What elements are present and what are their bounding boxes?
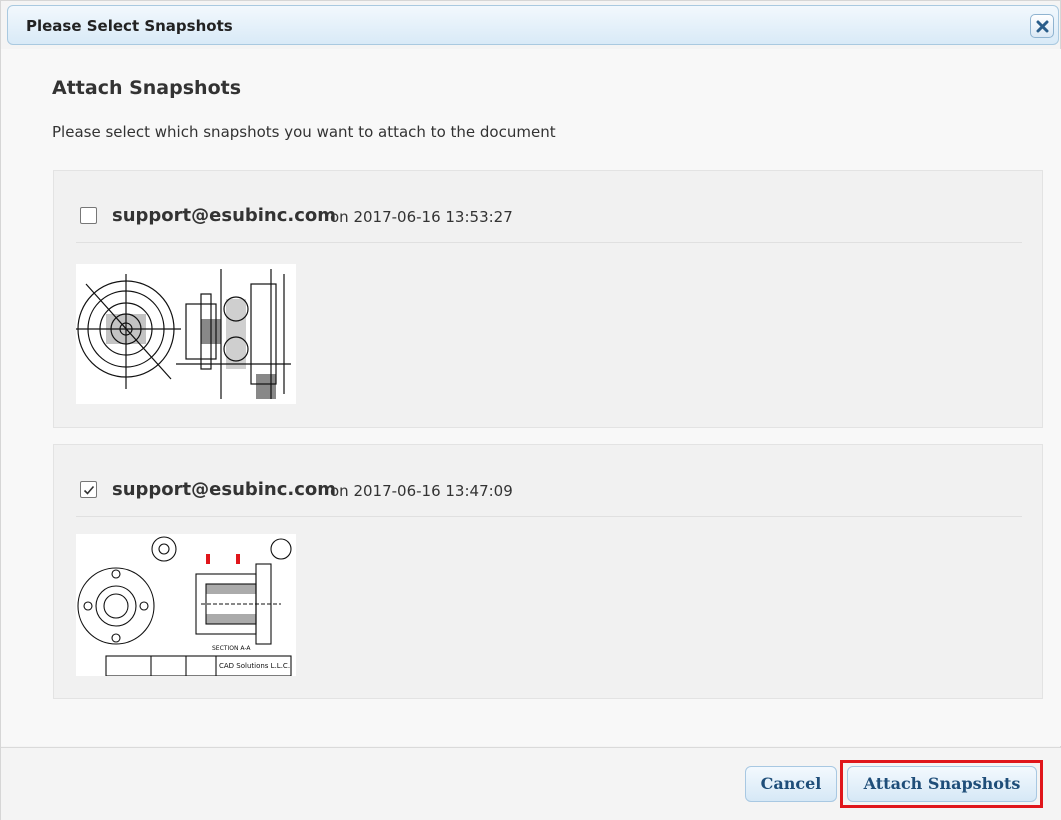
dialog-content: Attach Snapshots Please select which sna… <box>1 49 1061 746</box>
attach-snapshots-button[interactable]: Attach Snapshots <box>847 766 1037 802</box>
snapshot-date: on 2017-06-16 13:47:09 <box>330 482 513 500</box>
cancel-button[interactable]: Cancel <box>745 766 837 802</box>
instructions-text: Please select which snapshots you want t… <box>52 123 556 141</box>
drawing-label-section: SECTION A-A <box>212 645 251 652</box>
close-icon <box>1036 20 1049 33</box>
snapshot-divider <box>76 242 1022 243</box>
snapshot-thumbnail: SECTION A-A CAD Solutions L.L.C. <box>76 534 296 677</box>
checkmark-icon <box>83 485 95 495</box>
dialog-title: Please Select Snapshots <box>26 17 233 35</box>
snapshot-card: support@esubinc.com on 2017-06-16 13:47:… <box>53 444 1043 699</box>
snapshot-user: support@esubinc.com <box>112 479 337 500</box>
close-button[interactable] <box>1030 14 1054 38</box>
snapshot-divider <box>76 516 1022 517</box>
snapshot-date: on 2017-06-16 13:53:27 <box>330 208 513 226</box>
snapshot-thumbnail <box>76 264 296 404</box>
snapshot-user: support@esubinc.com <box>112 205 337 226</box>
snapshot-card: support@esubinc.com on 2017-06-16 13:53:… <box>53 170 1043 428</box>
dialog-footer: Cancel Attach Snapshots <box>1 747 1061 820</box>
cad-drawing-image: SECTION A-A CAD Solutions L.L.C. <box>76 534 296 677</box>
snapshot-checkbox[interactable] <box>80 207 97 224</box>
drawing-label-company: CAD Solutions L.L.C. <box>219 662 290 670</box>
section-heading: Attach Snapshots <box>52 77 242 99</box>
cad-drawing-image <box>76 264 296 404</box>
snapshot-checkbox-checked[interactable] <box>80 481 97 498</box>
dialog-titlebar[interactable]: Please Select Snapshots <box>7 5 1059 45</box>
snapshot-dialog: Please Select Snapshots Attach Snapshots… <box>0 0 1061 820</box>
